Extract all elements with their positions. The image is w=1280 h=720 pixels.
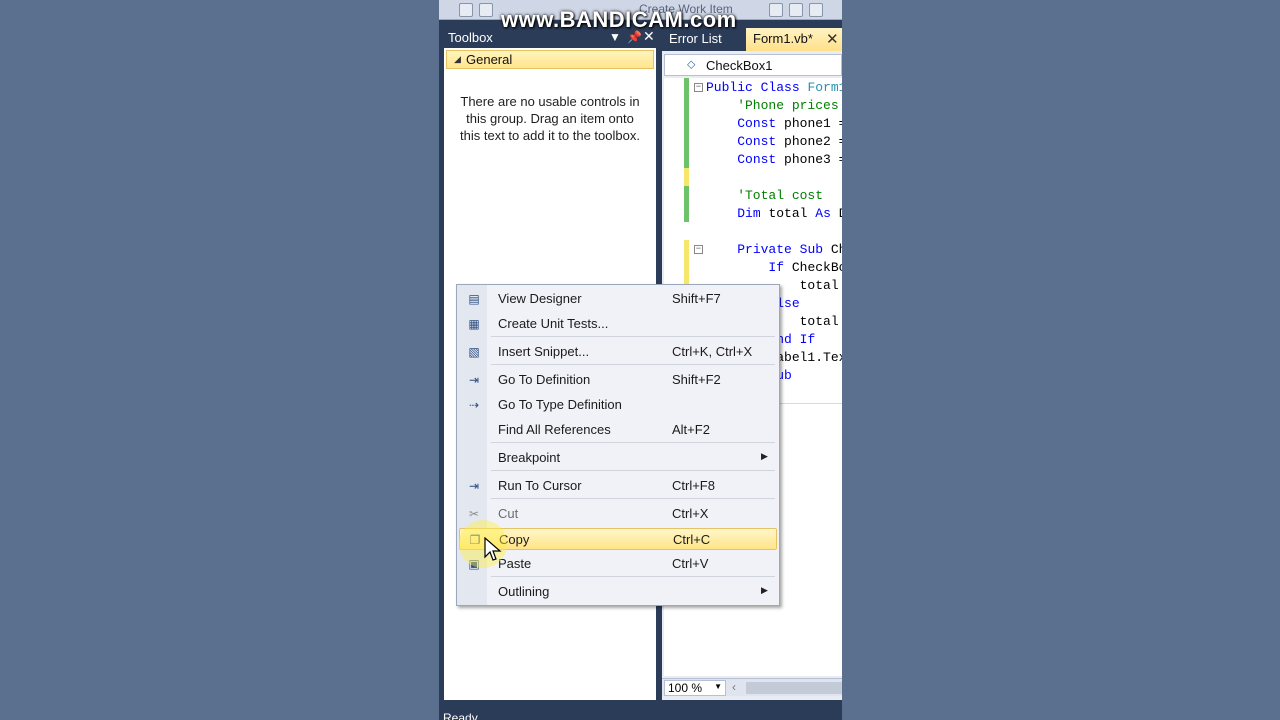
zoom-value: 100 % [668, 681, 703, 695]
menu-item-label: Cut [498, 506, 519, 521]
submenu-arrow-icon: ▶ [761, 585, 768, 595]
menu-item-label: Outlining [498, 584, 550, 599]
context-menu: ▤ View Designer Shift+F7 ▦ Create Unit Tests… [456, 284, 780, 606]
code-line-text: If CheckBo [768, 260, 842, 275]
toolbar-icon[interactable] [769, 3, 783, 17]
menu-separator [491, 470, 775, 471]
code-line-text: 'Phone prices [706, 98, 839, 113]
zoom-select[interactable]: 100 % ▼ [664, 680, 726, 696]
menu-separator [491, 576, 775, 577]
menu-item-shortcut: Alt+F2 [672, 422, 710, 437]
toolbox-title: Toolbox [448, 30, 493, 45]
menu-item-label: Paste [498, 556, 532, 571]
unit-tests-icon: ▦ [468, 317, 480, 331]
fold-toggle-icon[interactable]: − [694, 245, 703, 254]
menu-item-breakpoint[interactable]: Breakpoint ▶ [459, 447, 777, 469]
zoom-in-icon[interactable] [459, 3, 473, 17]
menu-item-shortcut: Shift+F2 [672, 372, 721, 387]
menu-item-go-to-type-definition[interactable]: ⇢ Go To Type Definition [459, 394, 777, 416]
menu-item-view-designer[interactable]: ▤ View Designer Shift+F7 [459, 288, 777, 310]
menu-item-paste[interactable]: ▣ Paste Ctrl+V [459, 553, 777, 575]
code-line-text: Private Sub Ch [737, 242, 842, 257]
menu-item-shortcut: Ctrl+F8 [672, 478, 715, 493]
editor-zoom-bar: 100 % ▼ ‹ [662, 678, 842, 696]
menu-item-shortcut: Ctrl+V [672, 556, 709, 571]
toolbar-icon[interactable] [789, 3, 803, 17]
status-bar: Ready [439, 706, 842, 720]
horizontal-scrollbar[interactable] [746, 682, 842, 694]
menu-item-shortcut: Ctrl+C [673, 532, 711, 547]
code-line-text: 'Total cost [706, 188, 824, 203]
view-designer-icon: ▤ [468, 292, 480, 306]
checkbox-member-icon: ⬦ [687, 57, 696, 71]
toolbox-empty-message: There are no usable controls in this gro… [460, 94, 640, 143]
menu-item-label: View Designer [498, 291, 582, 306]
menu-item-shortcut: Shift+F7 [672, 291, 721, 306]
member-dropdown-value: CheckBox1 [706, 58, 773, 73]
menu-separator [491, 442, 775, 443]
menu-item-label: Breakpoint [498, 450, 561, 465]
menu-item-find-all-references[interactable]: Find All References Alt+F2 [459, 419, 777, 441]
run-to-cursor-icon: ⇥ [468, 479, 480, 493]
tab-label: Form1.vb* [753, 31, 813, 46]
member-dropdown[interactable]: ⬦ CheckBox1 [664, 54, 842, 76]
menu-item-shortcut: Ctrl+K, Ctrl+X [672, 344, 753, 359]
bandicam-watermark: www.BANDICAM.com [501, 7, 737, 32]
snippet-icon: ▧ [468, 345, 480, 359]
go-to-type-definition-icon: ⇢ [468, 398, 480, 412]
menu-item-label: Create Unit Tests... [498, 316, 609, 331]
menu-item-insert-snippet[interactable]: ▧ Insert Snippet... Ctrl+K, Ctrl+X [459, 341, 777, 363]
code-line-text: Const phone1 = [737, 116, 842, 131]
menu-item-label: Find All References [498, 422, 611, 437]
status-text: Ready [443, 711, 478, 720]
menu-item-go-to-definition[interactable]: ⇥ Go To Definition Shift+F2 [459, 369, 777, 391]
menu-item-outlining[interactable]: Outlining ▶ [459, 581, 777, 603]
code-line-text: Dim total As D [737, 206, 842, 221]
menu-item-run-to-cursor[interactable]: ⇥ Run To Cursor Ctrl+F8 [459, 475, 777, 497]
menu-item-shortcut: Ctrl+X [672, 506, 709, 521]
dropdown-arrow-icon: ▼ [714, 682, 722, 691]
tab-label: Error List [669, 31, 722, 46]
tab-form1-vb[interactable]: Form1.vb* ✕ [746, 28, 842, 51]
toolbar-icon[interactable] [809, 3, 823, 17]
code-line-text: Public Class Form1 [706, 80, 842, 95]
menu-item-label: Go To Definition [498, 372, 591, 387]
fold-toggle-icon[interactable]: − [694, 83, 703, 92]
close-tab-icon[interactable]: ✕ [826, 30, 839, 48]
code-line-text: Const phone2 = [737, 134, 842, 149]
menu-separator [491, 336, 775, 337]
code-line-text: Const phone3 = [737, 152, 842, 167]
menu-item-label: Run To Cursor [498, 478, 582, 493]
collapse-triangle-icon: ◢ [454, 54, 461, 64]
menu-item-label: Go To Type Definition [498, 397, 622, 412]
scroll-left-icon[interactable]: ‹ [732, 680, 736, 694]
mouse-pointer-icon [484, 537, 502, 561]
menu-item-label: Insert Snippet... [498, 344, 590, 359]
toolbox-group-label: General [466, 52, 513, 67]
menu-item-create-unit-tests[interactable]: ▦ Create Unit Tests... [459, 313, 777, 335]
toolbox-group-general[interactable]: ◢ General [446, 50, 654, 69]
zoom-out-icon[interactable] [479, 3, 493, 17]
menu-separator [491, 364, 775, 365]
menu-item-cut[interactable]: ✂ Cut Ctrl+X [459, 503, 777, 525]
menu-separator [491, 498, 775, 499]
go-to-definition-icon: ⇥ [468, 373, 480, 387]
submenu-arrow-icon: ▶ [761, 451, 768, 461]
